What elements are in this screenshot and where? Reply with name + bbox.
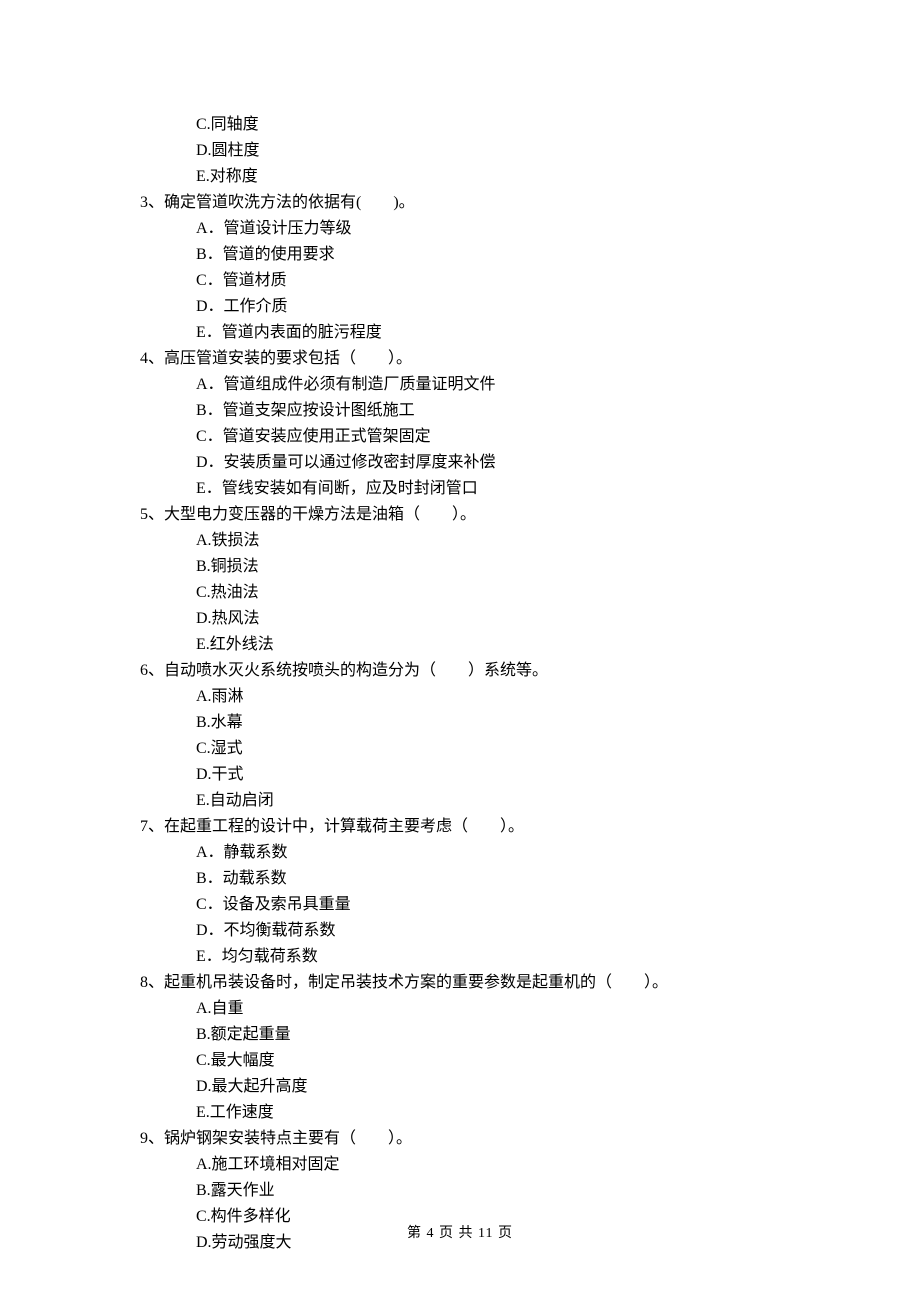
question-5: 5、大型电力变压器的干燥方法是油箱（ ）。 xyxy=(140,502,780,528)
q2-tail-option-1: D.圆柱度 xyxy=(140,138,780,164)
q4-option-2: C．管道安装应使用正式管架固定 xyxy=(140,424,780,450)
q8-option-3: D.最大起升高度 xyxy=(140,1074,780,1100)
page-footer: 第 4 页 共 11 页 xyxy=(0,1222,920,1242)
question-4: 4、高压管道安装的要求包括（ ）。 xyxy=(140,346,780,372)
q6-option-0: A.雨淋 xyxy=(140,684,780,710)
q4-option-4: E．管线安装如有间断，应及时封闭管口 xyxy=(140,476,780,502)
q9-option-0: A.施工环境相对固定 xyxy=(140,1152,780,1178)
q3-option-0: A．管道设计压力等级 xyxy=(140,216,780,242)
q5-option-2: C.热油法 xyxy=(140,580,780,606)
q3-option-3: D．工作介质 xyxy=(140,294,780,320)
q4-option-1: B．管道支架应按设计图纸施工 xyxy=(140,398,780,424)
q5-option-4: E.红外线法 xyxy=(140,632,780,658)
q6-option-1: B.水幕 xyxy=(140,710,780,736)
q5-option-3: D.热风法 xyxy=(140,606,780,632)
question-9: 9、锅炉钢架安装特点主要有（ ）。 xyxy=(140,1126,780,1152)
q8-option-0: A.自重 xyxy=(140,996,780,1022)
q8-option-1: B.额定起重量 xyxy=(140,1022,780,1048)
page-body: C.同轴度D.圆柱度E.对称度3、确定管道吹洗方法的依据有( )。A．管道设计压… xyxy=(0,0,920,1256)
q7-option-3: D．不均衡载荷系数 xyxy=(140,918,780,944)
q6-option-4: E.自动启闭 xyxy=(140,788,780,814)
q6-option-2: C.湿式 xyxy=(140,736,780,762)
q7-option-1: B．动载系数 xyxy=(140,866,780,892)
q2-tail-option-0: C.同轴度 xyxy=(140,112,780,138)
q3-option-1: B．管道的使用要求 xyxy=(140,242,780,268)
q5-option-1: B.铜损法 xyxy=(140,554,780,580)
q7-option-0: A．静载系数 xyxy=(140,840,780,866)
question-7: 7、在起重工程的设计中，计算载荷主要考虑（ ）。 xyxy=(140,814,780,840)
q6-option-3: D.干式 xyxy=(140,762,780,788)
q8-option-2: C.最大幅度 xyxy=(140,1048,780,1074)
question-3: 3、确定管道吹洗方法的依据有( )。 xyxy=(140,190,780,216)
question-6: 6、自动喷水灭火系统按喷头的构造分为（ ）系统等。 xyxy=(140,658,780,684)
q3-option-2: C．管道材质 xyxy=(140,268,780,294)
q5-option-0: A.铁损法 xyxy=(140,528,780,554)
q7-option-4: E．均匀载荷系数 xyxy=(140,944,780,970)
q9-option-1: B.露天作业 xyxy=(140,1178,780,1204)
q2-tail-option-2: E.对称度 xyxy=(140,164,780,190)
question-8: 8、起重机吊装设备时，制定吊装技术方案的重要参数是起重机的（ ）。 xyxy=(140,970,780,996)
q4-option-3: D．安装质量可以通过修改密封厚度来补偿 xyxy=(140,450,780,476)
q4-option-0: A．管道组成件必须有制造厂质量证明文件 xyxy=(140,372,780,398)
q7-option-2: C．设备及索吊具重量 xyxy=(140,892,780,918)
q3-option-4: E．管道内表面的脏污程度 xyxy=(140,320,780,346)
q8-option-4: E.工作速度 xyxy=(140,1100,780,1126)
